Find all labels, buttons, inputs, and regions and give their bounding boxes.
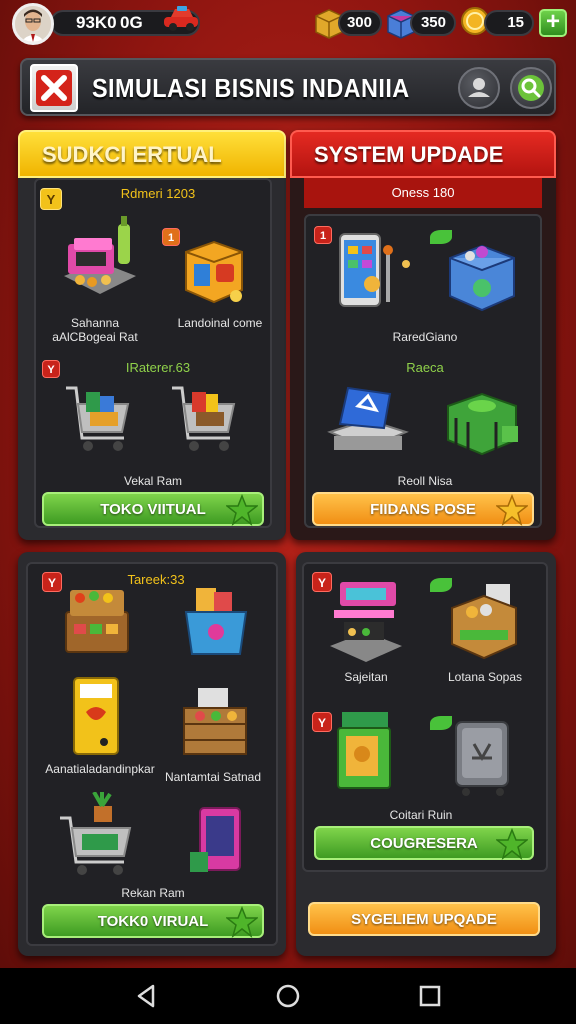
snack-crate-icon xyxy=(451,584,517,660)
gold-counter: 300 xyxy=(338,10,382,36)
star-icon xyxy=(226,494,258,526)
virtual-store-button[interactable]: TOKO VIITUAL xyxy=(42,492,264,526)
home-icon[interactable] xyxy=(274,982,302,1010)
panel-congress: Y Sajeitan Lotana Sopas Y Coitari Ruin C… xyxy=(296,552,556,956)
tablet-icon xyxy=(190,807,241,872)
system-update-button[interactable]: SYGELIEM UPQADE xyxy=(308,902,540,936)
virtual-store-button-2[interactable]: TOKK0 VIRUAL xyxy=(42,904,264,938)
item-label: Aanatialadandinpkar xyxy=(45,762,155,776)
item-landmark-box[interactable] xyxy=(178,234,250,310)
panel-subheading: Rdmeri 1203 xyxy=(120,186,196,201)
category-badge: 1 xyxy=(314,226,332,244)
category-badge: Y xyxy=(42,360,60,378)
shop-stall-icon xyxy=(64,216,136,294)
close-button[interactable] xyxy=(30,64,78,112)
panel-subheading: IRaterer.63 xyxy=(125,360,191,375)
button-label: TOKK0 VIRUAL xyxy=(97,913,209,930)
cash-sub-value: 0G xyxy=(120,13,143,32)
smartphone-icon xyxy=(339,233,410,307)
grocery-crate-icon xyxy=(183,688,247,755)
item-label: Vekal Ram xyxy=(123,474,183,488)
star-icon xyxy=(496,494,528,526)
panel-virtual-store: SUDKCI ERTUAL Y Rdmeri 1203 1 Sahanna aA… xyxy=(18,130,286,540)
category-badge: Y xyxy=(40,188,62,210)
item-label: Lotana Sopas xyxy=(447,670,523,684)
search-icon xyxy=(518,75,544,101)
green-kiosk-icon xyxy=(337,712,391,789)
item-pink-tablet[interactable] xyxy=(188,804,248,880)
button-label: FIIDANS POSE xyxy=(370,501,476,518)
coin-counter: 15 xyxy=(484,10,534,36)
button-label: TOKO VIITUAL xyxy=(100,501,206,518)
panel-subheading: Oness 180 xyxy=(391,185,455,200)
item-blue-basket[interactable] xyxy=(180,582,252,662)
system-nav-bar xyxy=(0,968,576,1024)
item-shopping-cart[interactable] xyxy=(170,380,240,464)
panel-system-update: SYSTEM UPDADE Oness 180 1 RaredGiano Rae… xyxy=(290,130,556,540)
item-green-display[interactable] xyxy=(442,384,522,464)
cash-value: 93K0 xyxy=(76,13,117,32)
vehicle-icon[interactable] xyxy=(161,5,201,33)
item-label: RaredGiano xyxy=(392,330,458,344)
pink-stall-icon xyxy=(330,582,402,662)
item-label: Reoll Nisa xyxy=(397,474,453,488)
item-shopping-cart[interactable] xyxy=(64,380,134,464)
item-metal-safe[interactable] xyxy=(448,714,518,798)
basket-icon xyxy=(184,588,248,655)
item-pink-stall[interactable] xyxy=(326,576,406,666)
shopping-cart-icon xyxy=(172,386,236,451)
item-snack-crate[interactable] xyxy=(446,582,522,662)
vending-machine-icon xyxy=(73,677,119,755)
star-icon xyxy=(496,828,528,860)
page-title: SIMULASI BISNIS INDANIIA xyxy=(92,73,410,103)
congress-button[interactable]: COUGRESERA xyxy=(314,826,534,860)
item-produce-stand[interactable] xyxy=(60,576,134,660)
panel-ribbon: SYSTEM UPDADE xyxy=(290,130,556,178)
item-label: Coitari Ruin xyxy=(389,808,453,822)
gem-counter: 350 xyxy=(410,10,456,36)
user-icon xyxy=(468,78,490,97)
vending-box-icon xyxy=(185,240,243,304)
item-yellow-machine[interactable] xyxy=(64,672,128,758)
safe-icon xyxy=(455,721,509,796)
item-green-kiosk[interactable] xyxy=(332,708,402,794)
profile-button[interactable] xyxy=(458,67,500,109)
item-label: Sajeitan xyxy=(344,670,388,684)
laptop-icon xyxy=(327,386,409,450)
back-icon[interactable] xyxy=(133,982,161,1010)
recents-icon[interactable] xyxy=(416,982,444,1010)
item-shop-stall[interactable] xyxy=(58,214,142,304)
plant-cart-icon xyxy=(60,791,132,875)
panel-virtual-store-2: Y Tareek:33 Aanatialadandinpkar Nantamta… xyxy=(18,552,286,956)
item-plant-cart[interactable] xyxy=(58,791,136,878)
crate-icon xyxy=(449,244,515,312)
item-blue-crate[interactable] xyxy=(442,234,522,314)
add-currency-button[interactable]: + xyxy=(539,9,567,37)
green-display-icon xyxy=(447,392,518,456)
category-badge: Y xyxy=(312,712,332,732)
item-label: Rekan Ram xyxy=(121,886,185,900)
item-label: Sahanna aAlCBogeai Rat xyxy=(52,316,138,344)
player-avatar[interactable] xyxy=(12,3,54,45)
panel-ribbon: SUDKCI ERTUAL xyxy=(18,130,286,178)
item-smartphone-kiosk[interactable] xyxy=(334,230,416,316)
star-icon xyxy=(226,906,258,938)
item-label: Landoinal come xyxy=(177,316,263,330)
category-badge: Y xyxy=(42,572,62,592)
search-button[interactable] xyxy=(510,67,552,109)
panel-subheading: Raeca xyxy=(406,360,444,375)
finance-post-button[interactable]: FIIDANS POSE xyxy=(312,492,534,526)
produce-stand-icon xyxy=(65,590,129,653)
button-label: COUGRESERA xyxy=(370,835,478,852)
shopping-cart-icon xyxy=(66,386,130,451)
close-icon xyxy=(36,70,72,106)
item-grocery-crate[interactable] xyxy=(178,682,252,762)
resource-bar: 93K0 0G 300 350 15 + xyxy=(0,0,576,46)
item-label: Nantamtai Satnad xyxy=(164,770,262,784)
title-bar: SIMULASI BISNIS INDANIIA xyxy=(20,58,556,116)
item-laptop-stand[interactable] xyxy=(326,380,410,466)
